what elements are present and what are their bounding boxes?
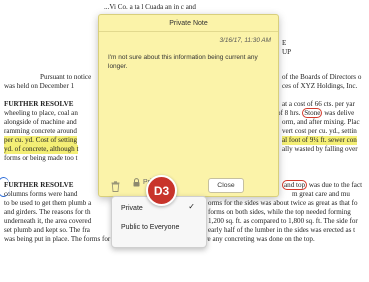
doc-line: ces of XYZ Holdings, Inc. [282,82,358,90]
doc-text: of 8 hrs. [277,109,301,117]
doc-text: was due to the fact [308,181,363,189]
note-timestamp: 3/16/17, 11:30 AM [219,37,271,44]
step-badge: D3 [146,175,177,206]
doc-line: ...Vi Co. a ta l Cuada an in c and [104,3,196,11]
close-button[interactable]: Close [208,178,244,193]
doc-line: set plumb and kept so. The fra [4,226,90,234]
doc-line: FURTHER RESOLVE [4,100,74,108]
note-text[interactable]: I'm not sure about this information bein… [108,53,258,71]
doc-line: of the Boards of Directors o [282,73,362,81]
circled-word-annotation[interactable]: Stone [302,108,323,118]
circled-word-annotation[interactable]: and top [282,180,308,190]
doc-line: Pursuant to notice [40,73,92,81]
doc-line: forms or being made too t [4,154,78,162]
doc-text: was delive [324,109,355,117]
highlighted-line[interactable]: per cu. yd. Cost of setting [4,136,78,145]
trash-icon[interactable] [111,179,120,192]
note-title: Private Note [99,15,278,32]
doc-line: m great care and mu [292,190,350,198]
doc-line: E [282,39,287,47]
menu-item-public[interactable]: Public to Everyone [121,224,179,231]
doc-line: and girders. The reasons for th [4,208,91,216]
doc-line: forms on both sides, while the top neede… [208,208,351,216]
doc-line: ally wasted by falling over [282,145,358,153]
doc-line: of 8 hrs. Stone was delive [277,108,355,118]
doc-line: orms for the sides was about twice as gr… [208,199,358,207]
doc-line: FURTHER RESOLVE [4,181,74,189]
doc-line: to be used to get them plumb a [4,199,92,207]
lock-icon [133,178,140,187]
highlighted-line[interactable]: yd. of concrete, although t [4,145,79,154]
highlighted-line[interactable]: al foot of 9¼ ft. sewer con [282,136,357,145]
doc-line: UP [282,48,292,56]
doc-line: and top was due to the fact [282,180,363,190]
doc-text: and top [284,181,306,189]
doc-line: early half of the lumber in the sides wa… [208,226,356,234]
doc-line: 1,200 sq. ft. as compared to 1,800 sq. f… [208,217,358,225]
menu-item-private[interactable]: Private [121,205,143,212]
checkmark-icon: ✓ [188,202,195,211]
doc-line: columns forms were hand [4,190,78,198]
doc-line: was held on December 1 [4,82,75,90]
doc-line: wheeling to place, coal an [4,109,78,117]
doc-line: orm, and after mixing. Plac [282,118,360,126]
private-note-popover: Private Note 3/16/17, 11:30 AM I'm not s… [98,14,279,197]
doc-line: underneath it, the area covered [4,217,92,225]
note-footer: Private Close [99,174,278,196]
doc-line: alongside of machine and [4,118,77,126]
doc-text: Stone [304,109,321,117]
doc-line: vert cost per cu. yd., settin [282,127,357,135]
doc-line: ramming concrete around [4,127,77,135]
